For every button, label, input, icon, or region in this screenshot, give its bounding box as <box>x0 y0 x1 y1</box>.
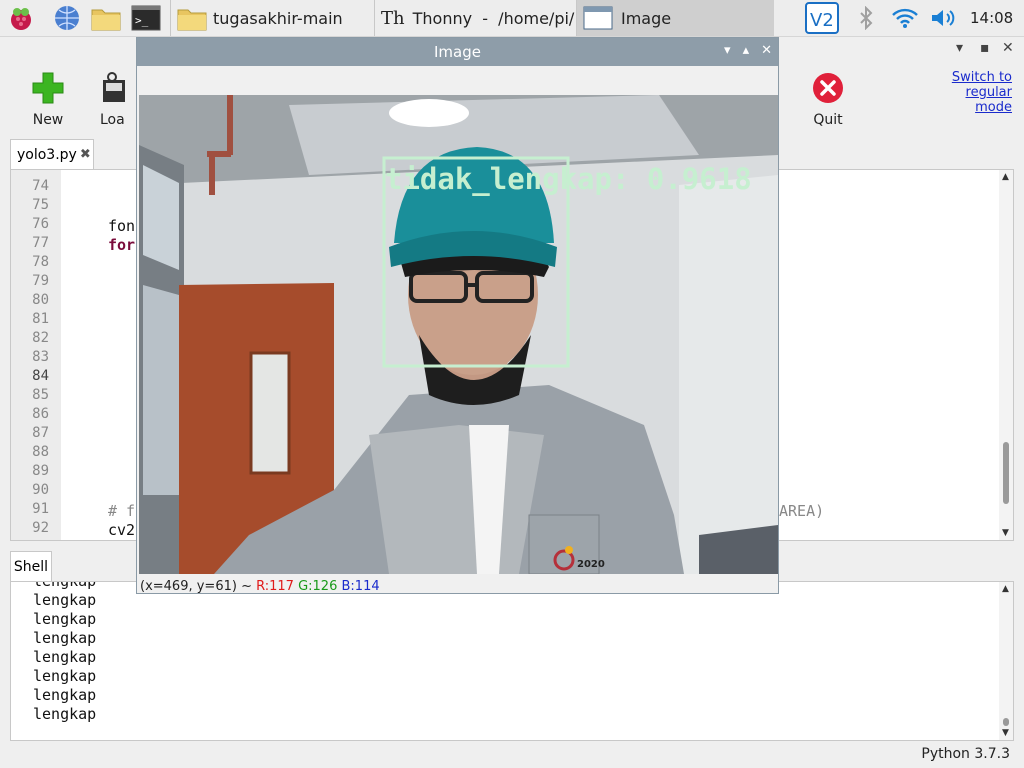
raspberry-menu-icon[interactable] <box>6 4 36 32</box>
quit-icon <box>813 73 843 103</box>
line-number: 81 <box>32 311 49 327</box>
taskbar-item-label: Image <box>621 8 672 28</box>
shell-output-line: lengkap <box>33 610 97 628</box>
svg-text:V2: V2 <box>810 10 834 31</box>
shell-output-line: lengkap <box>33 629 97 647</box>
shell-tab-label: Shell <box>13 558 49 575</box>
maximize-icon[interactable]: ▪ <box>980 40 990 56</box>
switch-mode-link[interactable]: Switch to regular mode <box>940 70 1012 115</box>
code-comment: # f <box>108 502 136 520</box>
editor-tab-yolo3[interactable]: yolo3.py ✖ <box>10 139 94 169</box>
new-button[interactable]: New <box>13 72 83 128</box>
python-version[interactable]: Python 3.7.3 <box>921 746 1010 762</box>
pixel-r-value: R:117 <box>256 579 294 594</box>
shell-panel[interactable]: lengkap lengkap lengkap lengkap lengkap lengk… <box>10 581 1014 741</box>
line-number: 77 <box>32 235 49 251</box>
line-number: 82 <box>32 330 49 346</box>
camera-frame: tidak_lengkap: 0.9618 2020 <box>139 95 778 574</box>
volume-icon[interactable] <box>928 4 958 32</box>
shell-output-line: lengkap <box>33 705 97 723</box>
line-number: 85 <box>32 387 49 403</box>
plus-icon <box>32 72 64 104</box>
line-number: 88 <box>32 444 49 460</box>
quit-button-label: Quit <box>813 112 843 128</box>
vnc-icon[interactable]: V2 <box>804 2 840 34</box>
scrollbar-thumb[interactable] <box>1003 442 1009 504</box>
shell-output-line: lengkap <box>33 686 97 704</box>
terminal-icon[interactable]: >_ <box>130 4 162 32</box>
pixel-b-value: B:114 <box>341 579 380 594</box>
minimize-icon[interactable]: ▾ <box>724 43 731 58</box>
line-number: 92 <box>32 520 49 536</box>
detection-label: tidak_lengkap: 0.9618 <box>385 162 752 196</box>
taskbar-item-thonny[interactable]: Th Thonny - /home/pi/… <box>374 0 590 36</box>
bluetooth-icon[interactable] <box>854 4 878 32</box>
quit-button[interactable]: Quit <box>793 72 863 128</box>
editor-scrollbar[interactable]: ▲ ▼ <box>999 170 1013 540</box>
line-number-gutter: 74 75 76 77 78 79 80 81 82 83 84 85 86 87 88 89 90 91 92 <box>11 170 61 540</box>
code-fon: fon <box>108 217 136 235</box>
new-button-label: New <box>32 112 64 128</box>
close-icon[interactable]: ✕ <box>761 43 772 58</box>
line-number: 86 <box>32 406 49 422</box>
taskbar: >_ tugasakhir-main Th Thonny - /home/pi/… <box>0 0 1024 37</box>
pixel-info-bar: (x=469, y=61) ~ R:117 G:126 B:114 <box>140 579 380 594</box>
line-number: 76 <box>32 216 49 232</box>
pixel-coords: (x=469, y=61) ~ <box>140 579 252 594</box>
line-number: 83 <box>32 349 49 365</box>
line-number: 79 <box>32 273 49 289</box>
clock[interactable]: 14:08 <box>970 0 1014 36</box>
scroll-up-icon[interactable]: ▲ <box>1002 172 1009 182</box>
shell-tab[interactable]: Shell <box>10 551 52 581</box>
shell-output-line: lengkap <box>33 581 97 590</box>
shell-output-line: lengkap <box>33 591 97 609</box>
thonny-window-controls: ▾ ▪ ✕ <box>950 40 1020 60</box>
code-comment-tail: AREA) <box>779 502 825 520</box>
shell-output-line: lengkap <box>33 648 97 666</box>
line-number: 74 <box>32 178 49 194</box>
taskbar-item-folder[interactable]: tugasakhir-main <box>170 0 374 36</box>
load-button[interactable]: Loa <box>100 72 140 128</box>
scrollbar-thumb[interactable] <box>1003 718 1009 726</box>
line-number: 90 <box>32 482 49 498</box>
scroll-down-icon[interactable]: ▼ <box>1002 728 1009 738</box>
line-number: 80 <box>32 292 49 308</box>
close-tab-icon[interactable]: ✖ <box>80 147 91 162</box>
line-number: 78 <box>32 254 49 270</box>
svg-text:>_: >_ <box>135 14 149 27</box>
minimize-icon[interactable]: ▾ <box>956 40 963 56</box>
load-icon <box>103 72 125 102</box>
taskbar-item-image[interactable]: Image <box>576 0 774 36</box>
line-number: 91 <box>32 501 49 517</box>
image-window-titlebar[interactable]: Image ▾ ▴ ✕ <box>137 38 778 66</box>
taskbar-item-label: tugasakhir-main <box>213 8 343 28</box>
shell-scrollbar[interactable]: ▲ ▼ <box>999 582 1013 740</box>
file-manager-icon[interactable] <box>90 4 122 32</box>
window-icon <box>583 6 613 30</box>
code-for-keyword: for <box>108 236 136 254</box>
image-window[interactable]: Image ▾ ▴ ✕ tidak_lengkap: 0.9618 2020 (… <box>136 37 779 594</box>
image-window-title: Image <box>434 43 481 61</box>
line-number: 84 <box>32 368 49 384</box>
svg-text:2020: 2020 <box>577 559 605 570</box>
maximize-icon[interactable]: ▴ <box>743 43 750 58</box>
close-icon[interactable]: ✕ <box>1002 40 1014 56</box>
wifi-icon[interactable] <box>890 4 920 32</box>
web-browser-icon[interactable] <box>52 4 82 32</box>
code-cv2: cv2 <box>108 521 136 537</box>
taskbar-item-label: Thonny - /home/pi/… <box>412 8 591 28</box>
shell-output-line: lengkap <box>33 667 97 685</box>
editor-tab-label: yolo3.py <box>17 146 77 163</box>
line-number: 75 <box>32 197 49 213</box>
scroll-down-icon[interactable]: ▼ <box>1002 528 1009 538</box>
folder-icon <box>177 9 207 31</box>
load-button-label: Loa <box>100 112 125 128</box>
line-number: 89 <box>32 463 49 479</box>
thonny-icon: Th <box>381 7 405 29</box>
pixel-g-value: G:126 <box>298 579 338 594</box>
scroll-up-icon[interactable]: ▲ <box>1002 584 1009 594</box>
line-number: 87 <box>32 425 49 441</box>
